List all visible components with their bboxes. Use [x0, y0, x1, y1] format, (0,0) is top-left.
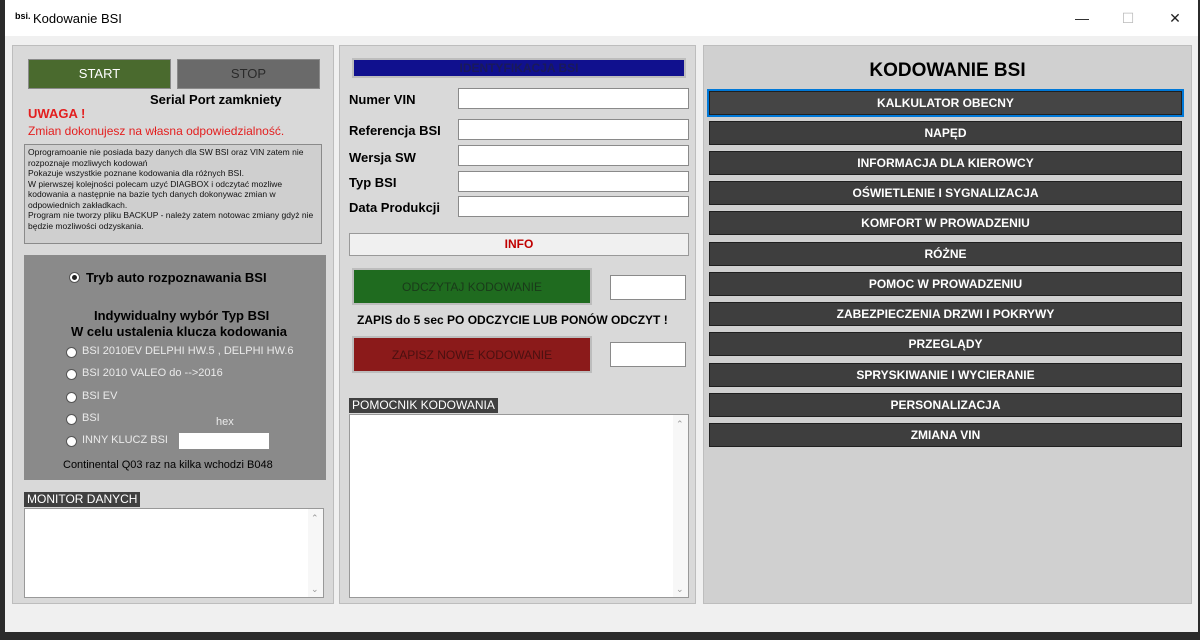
- option-label: BSI 2010 VALEO do -->2016: [82, 367, 223, 379]
- menu-button[interactable]: RÓŻNE: [709, 242, 1182, 266]
- menu-button[interactable]: PRZEGLĄDY: [709, 332, 1182, 356]
- warning-title: UWAGA !: [28, 106, 86, 121]
- minimize-icon[interactable]: —: [1059, 0, 1105, 36]
- menu-button[interactable]: NAPĘD: [709, 121, 1182, 145]
- save-note: ZAPIS do 5 sec PO ODCZYCIE LUB PONÓW ODC…: [357, 313, 668, 327]
- write-coding-button[interactable]: ZAPISZ NOWE KODOWANIE: [352, 336, 592, 373]
- field-label-type: Typ BSI: [349, 175, 397, 190]
- title-bar[interactable]: bsi. Kodowanie BSI — ☐ ✕: [5, 0, 1198, 36]
- read-coding-button[interactable]: ODCZYTAJ KODOWANIE: [352, 268, 592, 305]
- scroll-up-icon[interactable]: ⌃: [676, 419, 684, 430]
- port-status: Serial Port zamkniety: [150, 92, 282, 107]
- scroll-down-icon[interactable]: ⌄: [311, 584, 319, 595]
- menu-button[interactable]: ZMIANA VIN: [709, 423, 1182, 447]
- menu-button[interactable]: KALKULATOR OBECNY: [707, 89, 1184, 117]
- option-label: INNY KLUCZ BSI: [82, 434, 168, 446]
- monitor-caption: MONITOR DANYCH: [24, 492, 141, 507]
- auto-mode-radio[interactable]: [69, 272, 80, 283]
- warning-text: Zmian dokonujesz na własna odpowiedzialn…: [28, 124, 285, 138]
- identification-header: IDENTYFIKACJA BSI: [352, 58, 686, 78]
- menu-button[interactable]: KOMFORT W PROWADZENIU: [709, 211, 1182, 235]
- production-date-input[interactable]: [458, 196, 689, 217]
- info-box: Oprogramoanie nie posiada bazy danych dl…: [24, 144, 322, 244]
- hex-key-input[interactable]: [178, 432, 270, 450]
- option-radio-bsi[interactable]: [66, 414, 77, 425]
- app-icon: bsi.: [15, 11, 31, 21]
- status-strip: [5, 608, 1198, 632]
- bsi-type-group: Tryb auto rozpoznawania BSI Indywidualny…: [24, 255, 326, 480]
- maximize-icon[interactable]: ☐: [1105, 0, 1151, 36]
- read-value-input[interactable]: [610, 275, 686, 300]
- hex-label: hex: [216, 416, 234, 428]
- write-value-input[interactable]: [610, 342, 686, 367]
- field-label-sw: Wersja SW: [349, 150, 416, 165]
- field-label-vin: Numer VIN: [349, 92, 416, 107]
- option-label: BSI 2010EV DELPHI HW.5 , DELPHI HW.6: [82, 345, 294, 357]
- sw-version-input[interactable]: [458, 145, 689, 166]
- menu-button[interactable]: ZABEZPIECZENIA DRZWI I POKRYWY: [709, 302, 1182, 326]
- info-bar: INFO: [349, 233, 689, 256]
- field-label-date: Data Produkcji: [349, 200, 441, 215]
- menu-button[interactable]: OŚWIETLENIE I SYGNALIZACJA: [709, 181, 1182, 205]
- continental-note: Continental Q03 raz na kilka wchodzi B04…: [63, 459, 273, 471]
- option-radio-delphi[interactable]: [66, 347, 77, 358]
- scroll-up-icon[interactable]: ⌃: [311, 513, 319, 524]
- left-panel: START STOP Serial Port zamkniety UWAGA !…: [12, 45, 334, 604]
- vin-input[interactable]: [458, 88, 689, 109]
- scrollbar[interactable]: ⌃ ⌄: [308, 509, 323, 597]
- menu-button[interactable]: SPRYSKIWANIE I WYCIERANIE: [709, 363, 1182, 387]
- info-text: Oprogramoanie nie posiada bazy danych dl…: [28, 147, 314, 231]
- option-radio-valeo[interactable]: [66, 369, 77, 380]
- close-icon[interactable]: ✕: [1152, 0, 1198, 36]
- option-label: BSI: [82, 412, 100, 424]
- auto-mode-label: Tryb auto rozpoznawania BSI: [86, 270, 267, 285]
- field-label-reference: Referencja BSI: [349, 123, 441, 138]
- menu-button[interactable]: INFORMACJA DLA KIEROWCY: [709, 151, 1182, 175]
- application-window: bsi. Kodowanie BSI — ☐ ✕ START STOP Seri…: [5, 0, 1198, 632]
- start-button[interactable]: START: [28, 59, 171, 89]
- helper-caption: POMOCNIK KODOWANIA: [349, 398, 498, 413]
- option-radio-bsi-ev[interactable]: [66, 392, 77, 403]
- option-radio-other-key[interactable]: [66, 436, 77, 447]
- right-panel: KODOWANIE BSI KALKULATOR OBECNY NAPĘD IN…: [703, 45, 1192, 604]
- right-panel-title: KODOWANIE BSI: [869, 60, 1026, 81]
- middle-panel: IDENTYFIKACJA BSI Numer VIN Referencja B…: [339, 45, 696, 604]
- helper-textarea[interactable]: ⌃ ⌄: [349, 414, 689, 598]
- option-label: BSI EV: [82, 390, 118, 402]
- individual-title-1: Indywidualny wybór Typ BSI: [94, 308, 270, 323]
- monitor-textarea[interactable]: ⌃ ⌄: [24, 508, 324, 598]
- stop-button[interactable]: STOP: [177, 59, 320, 89]
- bsi-type-input[interactable]: [458, 171, 689, 192]
- menu-button[interactable]: POMOC W PROWADZENIU: [709, 272, 1182, 296]
- window-title: Kodowanie BSI: [33, 11, 122, 26]
- scrollbar[interactable]: ⌃ ⌄: [673, 415, 688, 597]
- menu-button[interactable]: PERSONALIZACJA: [709, 393, 1182, 417]
- reference-input[interactable]: [458, 119, 689, 140]
- individual-title-2: W celu ustalenia klucza kodowania: [71, 324, 288, 339]
- scroll-down-icon[interactable]: ⌄: [676, 584, 684, 595]
